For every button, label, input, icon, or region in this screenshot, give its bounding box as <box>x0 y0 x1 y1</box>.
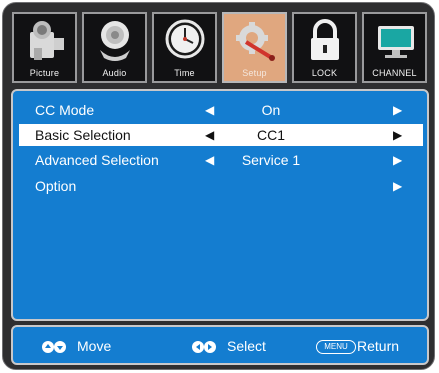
clock-icon <box>165 19 205 59</box>
option-label: Advanced Selection <box>35 152 159 168</box>
option-value: On <box>261 102 281 118</box>
monitor-icon <box>378 26 414 58</box>
select-hint: Select <box>227 338 266 354</box>
setup-options-panel: CC Mode ◀ On ▶ Basic Selection ◀ CC1 ▶ A… <box>11 89 429 321</box>
camera-icon <box>30 21 64 60</box>
tab-label: CHANNEL <box>372 68 417 78</box>
return-hint: Return <box>357 338 400 354</box>
tab-label: Picture <box>29 68 60 78</box>
tab-label: Time <box>174 68 195 78</box>
left-right-nav-icon <box>192 341 216 353</box>
tab-label: Setup <box>242 68 267 78</box>
option-label: Basic Selection <box>35 127 131 143</box>
tab-time[interactable]: Time <box>152 12 217 83</box>
arrow-right-icon[interactable]: ▶ <box>393 153 402 167</box>
tab-setup[interactable]: Setup <box>222 12 287 83</box>
tab-lock[interactable]: LOCK <box>292 12 357 83</box>
menu-tab-bar: Picture Audio Time Setup LOCK CHANNEL <box>12 12 427 87</box>
menu-row-cc-mode[interactable]: CC Mode ◀ On ▶ <box>19 99 423 121</box>
option-label: CC Mode <box>35 102 95 118</box>
tab-label: Audio <box>102 68 127 78</box>
menu-row-basic-selection[interactable]: Basic Selection ◀ CC1 ▶ <box>19 124 423 146</box>
menu-row-option[interactable]: Option ▶ <box>19 175 423 197</box>
up-down-nav-icon <box>42 341 66 353</box>
option-label: Option <box>35 178 77 194</box>
tab-picture[interactable]: Picture <box>12 12 77 83</box>
arrow-right-icon[interactable]: ▶ <box>393 128 402 142</box>
tab-channel[interactable]: CHANNEL <box>362 12 427 83</box>
arrow-right-icon[interactable]: ▶ <box>393 103 402 117</box>
move-hint: Move <box>77 338 112 354</box>
gear-tools-icon <box>236 22 275 61</box>
tab-audio[interactable]: Audio <box>82 12 147 83</box>
option-value: CC1 <box>256 127 285 143</box>
padlock-icon <box>311 19 339 60</box>
option-value: Service 1 <box>241 152 301 168</box>
arrow-right-icon[interactable]: ▶ <box>393 179 402 193</box>
navigation-hint-bar: Move Select MENU Return <box>11 325 429 365</box>
osd-menu-frame: Picture Audio Time Setup LOCK CHANNEL CC… <box>2 2 435 370</box>
menu-key-icon: MENU <box>316 340 356 354</box>
menu-row-advanced-selection[interactable]: Advanced Selection ◀ Service 1 ▶ <box>19 149 423 171</box>
speaker-icon <box>100 21 130 61</box>
tab-label: LOCK <box>311 68 338 78</box>
